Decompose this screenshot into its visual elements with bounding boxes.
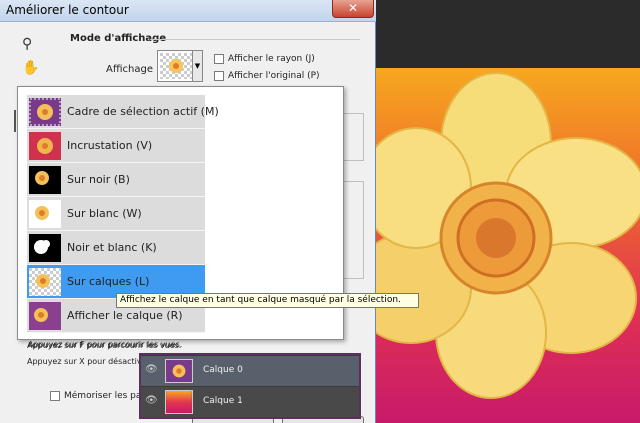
reveal-layer-thumbnail-icon xyxy=(29,301,61,330)
option-tooltip: Affichez le calque en tant que calque ma… xyxy=(116,293,419,308)
view-thumbnail-icon xyxy=(160,53,192,79)
view-mode-dropdown[interactable]: ▼ xyxy=(157,50,203,82)
on-white-thumbnail-icon xyxy=(29,199,61,228)
black-white-thumbnail-icon xyxy=(29,233,61,262)
chevron-down-icon[interactable]: ▼ xyxy=(192,51,202,81)
checkbox-box[interactable] xyxy=(214,54,224,64)
zoom-tool-icon[interactable]: ⚲ xyxy=(22,36,32,52)
show-radius-checkbox[interactable]: Afficher le rayon (J) xyxy=(214,54,315,64)
option-label: Sur noir (B) xyxy=(67,173,130,186)
option-marching-ants[interactable]: Cadre de sélection actif (M) xyxy=(27,95,219,129)
option-black-white[interactable]: Noir et blanc (K) xyxy=(27,231,205,265)
view-divider xyxy=(14,110,16,132)
layer-thumbnail xyxy=(165,390,193,414)
option-label: Noir et blanc (K) xyxy=(67,241,157,254)
on-black-thumbnail-icon xyxy=(29,165,61,194)
hint-cycle-views: Appuyez sur F pour parcourir les vues. xyxy=(27,341,182,350)
option-overlay[interactable]: Incrustation (V) xyxy=(27,129,205,163)
daffodil-image xyxy=(376,72,640,399)
show-original-checkbox[interactable]: Afficher l'original (P) xyxy=(214,71,320,81)
show-original-label: Afficher l'original (P) xyxy=(228,71,320,81)
on-layers-thumbnail-icon xyxy=(29,267,61,296)
adjust-edge-frame xyxy=(344,181,364,279)
edge-detection-frame xyxy=(344,113,364,161)
layer-name: Calque 0 xyxy=(203,365,243,375)
option-on-black[interactable]: Sur noir (B) xyxy=(27,163,205,197)
checkbox-box[interactable] xyxy=(214,71,224,81)
hand-tool-icon[interactable]: ✋ xyxy=(22,60,39,76)
option-label: Afficher le calque (R) xyxy=(67,309,183,322)
dialog-title: Améliorer le contour xyxy=(6,3,129,17)
option-label: Sur blanc (W) xyxy=(67,207,142,220)
layer-row-calque-1[interactable]: 👁 Calque 1 xyxy=(141,387,359,417)
option-label: Sur calques (L) xyxy=(67,275,150,288)
display-label: Affichage : xyxy=(106,64,160,75)
group-divider xyxy=(150,39,360,40)
document-canvas[interactable] xyxy=(376,0,640,423)
canvas-top-area xyxy=(376,0,640,68)
option-on-white[interactable]: Sur blanc (W) xyxy=(27,197,205,231)
title-bar: Améliorer le contour ✕ xyxy=(0,0,376,22)
hint-disable-views: Appuyez sur X pour désactiv xyxy=(27,357,142,366)
option-label: Cadre de sélection actif (M) xyxy=(67,105,219,118)
layer-name: Calque 1 xyxy=(203,396,243,406)
overlay-thumbnail-icon xyxy=(29,131,61,160)
marching-ants-thumbnail-icon xyxy=(29,97,61,126)
checkbox-box[interactable] xyxy=(50,391,60,401)
show-radius-label: Afficher le rayon (J) xyxy=(228,54,315,64)
layers-panel: 👁 Calque 0 👁 Calque 1 xyxy=(139,353,361,419)
layer-thumbnail xyxy=(165,359,193,383)
option-label: Incrustation (V) xyxy=(67,139,153,152)
visibility-eye-icon[interactable]: 👁 xyxy=(145,364,158,375)
layer-row-calque-0[interactable]: 👁 Calque 0 xyxy=(141,356,359,386)
visibility-eye-icon[interactable]: 👁 xyxy=(145,395,158,406)
close-button[interactable]: ✕ xyxy=(332,0,374,18)
